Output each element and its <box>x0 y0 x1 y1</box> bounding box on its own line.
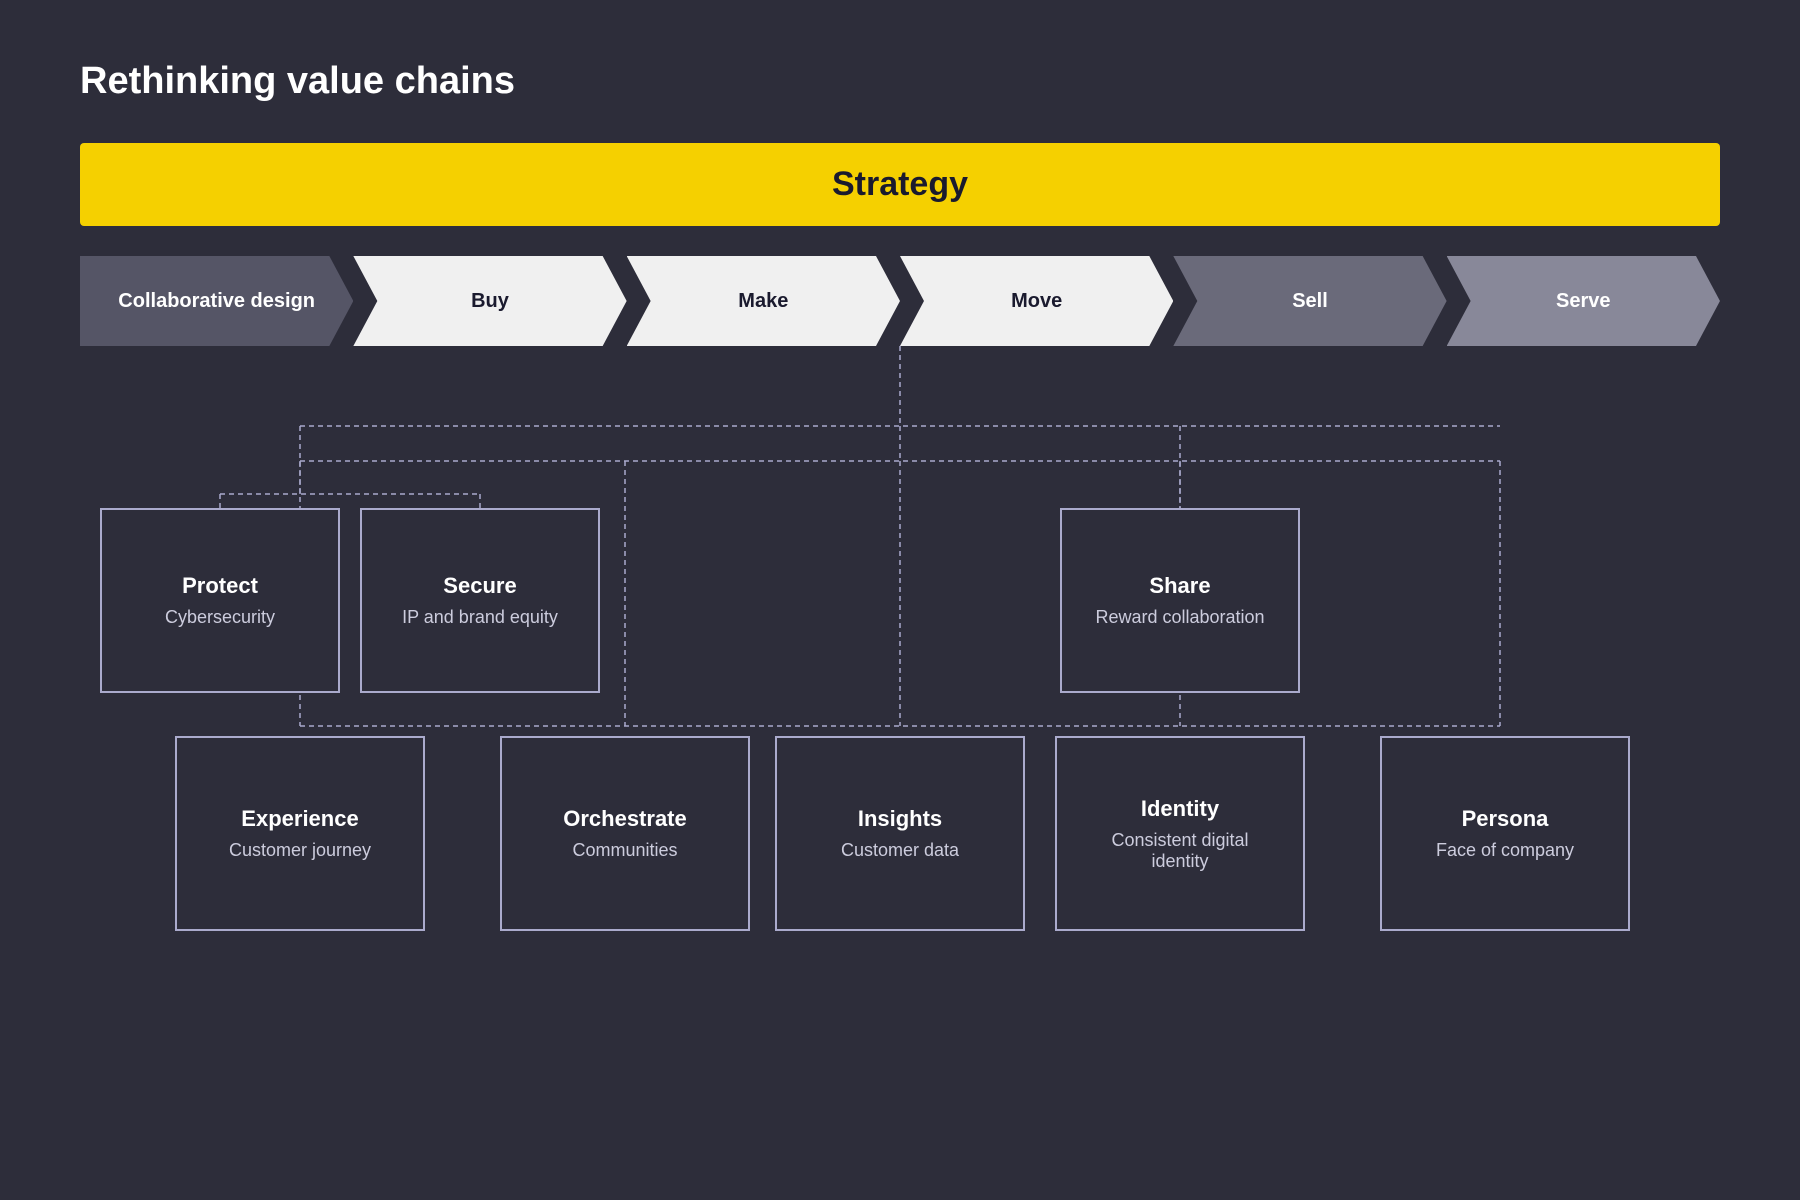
diagram-area: Protect Cybersecurity Secure IP and bran… <box>80 346 1720 1026</box>
card-experience: Experience Customer journey <box>175 736 425 931</box>
arrow-chain: Collaborative design Buy Make Move Sell … <box>80 256 1720 346</box>
arrow-sell: Sell <box>1173 256 1446 346</box>
arrow-move: Move <box>900 256 1173 346</box>
card-orchestrate: Orchestrate Communities <box>500 736 750 931</box>
card-protect: Protect Cybersecurity <box>100 508 340 693</box>
page-container: Rethinking value chains Strategy Collabo… <box>0 0 1800 1200</box>
arrow-collaborative-design: Collaborative design <box>80 256 353 346</box>
card-identity: Identity Consistent digital identity <box>1055 736 1305 931</box>
page-title: Rethinking value chains <box>80 60 1720 103</box>
card-insights: Insights Customer data <box>775 736 1025 931</box>
card-secure: Secure IP and brand equity <box>360 508 600 693</box>
arrow-buy: Buy <box>353 256 626 346</box>
arrow-make: Make <box>627 256 900 346</box>
card-share: Share Reward collaboration <box>1060 508 1300 693</box>
strategy-bar: Strategy <box>80 143 1720 226</box>
card-persona: Persona Face of company <box>1380 736 1630 931</box>
arrow-serve: Serve <box>1447 256 1720 346</box>
